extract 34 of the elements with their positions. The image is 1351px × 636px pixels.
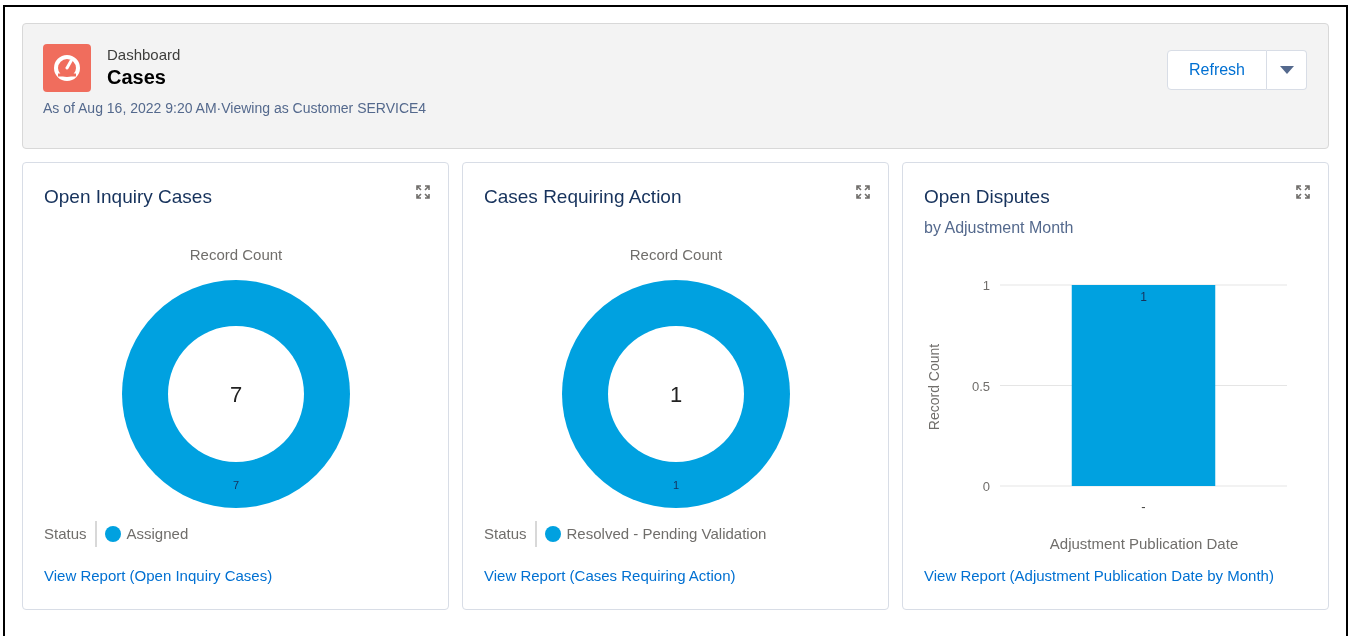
axis-title: Record Count xyxy=(926,343,942,431)
tick-label: 0.5 xyxy=(971,378,990,394)
donut-total: 1 xyxy=(669,382,683,407)
category-label: - xyxy=(1141,499,1146,514)
tick-label: 1 xyxy=(982,278,990,293)
caret-icon xyxy=(1279,66,1294,74)
legend-label: Resolved - Pending Validation xyxy=(566,523,767,544)
legend-label: Assigned xyxy=(126,523,189,544)
chart-title: Record Count xyxy=(189,246,283,263)
dropdown-button[interactable] xyxy=(1267,50,1307,90)
card-title: Open Inquiry Cases xyxy=(44,185,212,209)
expand-icon[interactable] xyxy=(856,185,870,199)
dashboard-title: Cases xyxy=(107,65,167,90)
dashboard-subtitle: As of Aug 16, 2022 9:20 AM·Viewing as Customer SERVICE4 xyxy=(43,99,427,118)
legend-title: Status xyxy=(44,520,97,547)
gauge-icon xyxy=(43,44,91,92)
axis-title: Adjustment Publication Date xyxy=(1049,535,1239,552)
view-report-link[interactable]: View Report (Adjustment Publication Date by Month) xyxy=(924,564,1274,587)
data-label: 1 xyxy=(1140,290,1147,304)
object-label: Dashboard xyxy=(107,46,181,64)
data-label: 7 xyxy=(232,479,240,491)
view-report-link[interactable]: View Report (Cases Requiring Action) xyxy=(484,564,736,587)
card-subtitle: by Adjustment Month xyxy=(924,218,1074,238)
chart-title: Record Count xyxy=(629,246,723,263)
view-report-link[interactable]: View Report (Open Inquiry Cases) xyxy=(44,564,273,587)
donut-total: 7 xyxy=(229,382,243,407)
data-label: 1 xyxy=(672,479,680,491)
card-title: Open Disputes xyxy=(924,185,1051,209)
legend-title: Status xyxy=(484,520,537,547)
card-title: Cases Requiring Action xyxy=(484,185,682,209)
expand-icon[interactable] xyxy=(416,185,430,199)
tick-label: 0 xyxy=(982,479,990,494)
expand-icon[interactable] xyxy=(1296,185,1310,199)
refresh-button[interactable]: Refresh xyxy=(1167,50,1267,90)
